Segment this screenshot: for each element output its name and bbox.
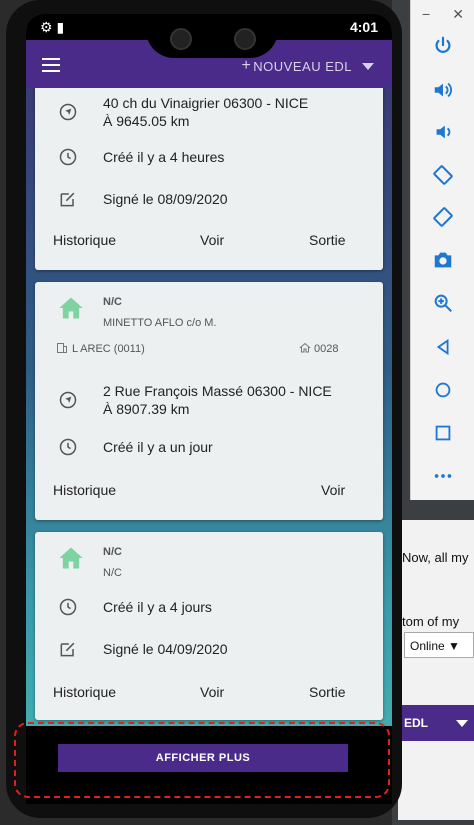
card-owner: MINETTO AFLO c/o M. [103, 317, 217, 329]
card-type: N/C [103, 296, 122, 308]
minimize-icon[interactable]: − [422, 6, 430, 22]
phone-frame: 40 ch du Vinaigrier 06300 - NICE À 9645.… [6, 0, 402, 818]
menu-icon[interactable] [42, 58, 60, 72]
rotate-left-button[interactable] [411, 155, 474, 195]
chevron-down-icon[interactable] [362, 62, 374, 70]
distance: À 8907.39 km [103, 401, 190, 417]
created-text: Créé il y a un jour [103, 439, 213, 455]
screenshot-button[interactable] [411, 240, 474, 280]
address-line-1: 40 ch du Vinaigrier 06300 - NICE [103, 95, 309, 111]
navigation-icon [57, 101, 79, 123]
rotate-right-icon [433, 207, 453, 227]
front-camera-icon [234, 28, 256, 50]
view-button[interactable]: Voir [200, 684, 224, 700]
background-text-2: tom of my [402, 614, 460, 629]
more-dots-icon [434, 474, 452, 478]
clock-icon [57, 596, 79, 618]
power-button[interactable] [411, 26, 474, 66]
zoom-in-icon [434, 294, 452, 312]
power-icon [435, 36, 451, 53]
emulator-toolbar: − ✕ [410, 0, 474, 500]
back-triangle-icon [436, 338, 449, 356]
front-camera-icon [170, 28, 192, 50]
history-button[interactable]: Historique [53, 482, 116, 498]
rotate-left-icon [433, 165, 453, 185]
card-type: N/C [103, 546, 122, 558]
new-edl-button[interactable]: + NOUVEAU EDL [241, 57, 374, 75]
history-button[interactable]: Historique [53, 232, 116, 248]
background-page [398, 520, 474, 820]
address-row: 40 ch du Vinaigrier 06300 - NICE À 9645.… [35, 94, 308, 130]
signed-row: Signé le 04/09/2020 [35, 638, 228, 660]
home-outline-icon [299, 342, 311, 353]
view-button[interactable]: Voir [321, 482, 345, 498]
status-time: 4:01 [349, 19, 378, 35]
navigation-icon [57, 389, 79, 411]
card-actions: Historique Voir Sortie [35, 684, 383, 704]
signature-edit-icon [57, 638, 79, 660]
home-button[interactable] [411, 370, 474, 410]
camera-icon [434, 252, 452, 268]
square-icon [435, 425, 451, 441]
view-button[interactable]: Voir [200, 232, 224, 248]
created-row: Créé il y a 4 jours [35, 596, 212, 618]
edl-card-1[interactable]: 40 ch du Vinaigrier 06300 - NICE À 9645.… [35, 72, 383, 270]
lot-label: L AREC (0011) [72, 343, 145, 355]
chevron-down-icon [456, 720, 468, 727]
card-actions: Historique Voir [35, 482, 383, 502]
exit-button[interactable]: Sortie [309, 232, 346, 248]
building-icon [57, 343, 67, 353]
card-actions: Historique Voir Sortie [35, 232, 383, 252]
plus-icon: + [241, 57, 252, 74]
address-line-1: 2 Rue François Massé 06300 - NICE [103, 383, 332, 399]
edl-card-3[interactable]: N/C N/C Créé il y a 4 jours Signé le 04/… [35, 532, 383, 720]
camera-notch [146, 14, 278, 58]
background-appbar: EDL [398, 705, 474, 741]
address-row: 2 Rue François Massé 06300 - NICE À 8907… [35, 382, 332, 418]
card-owner: N/C [103, 567, 122, 579]
signed-text: Signé le 04/09/2020 [103, 641, 228, 657]
highlight-annotation [14, 722, 390, 798]
house-icon [59, 547, 83, 569]
edl-card-2[interactable]: N/C MINETTO AFLO c/o M. L AREC (0011) 00… [35, 282, 383, 520]
more-options-button[interactable] [411, 456, 474, 496]
close-icon[interactable]: ✕ [452, 6, 464, 23]
distance: À 9645.05 km [103, 113, 190, 129]
history-button[interactable]: Historique [53, 684, 116, 700]
created-row: Créé il y a un jour [35, 436, 213, 458]
rotate-right-button[interactable] [411, 197, 474, 237]
new-edl-label: NOUVEAU EDL [253, 58, 352, 74]
unit-number: 0028 [314, 343, 339, 355]
signed-row: Signé le 08/09/2020 [35, 188, 228, 210]
phone-screen: 40 ch du Vinaigrier 06300 - NICE À 9645.… [26, 14, 392, 804]
created-row: Créé il y a 4 heures [35, 146, 224, 168]
back-button[interactable] [411, 327, 474, 367]
signature-edit-icon [57, 188, 79, 210]
volume-up-icon [434, 82, 452, 98]
volume-up-button[interactable] [411, 70, 474, 110]
background-text-1: Now, all my [402, 550, 469, 565]
created-text: Créé il y a 4 heures [103, 149, 225, 165]
home-circle-icon [435, 382, 451, 398]
clock-icon [57, 146, 79, 168]
exit-button[interactable]: Sortie [309, 684, 346, 700]
house-icon [59, 297, 83, 319]
volume-down-icon [436, 125, 451, 139]
signed-text: Signé le 08/09/2020 [103, 191, 228, 207]
created-text: Créé il y a 4 jours [103, 599, 212, 615]
zoom-button[interactable] [411, 283, 474, 323]
clock-icon [57, 436, 79, 458]
toolbar-window-controls: − ✕ [411, 0, 474, 28]
online-select[interactable]: Online ▼ [404, 632, 474, 658]
overview-button[interactable] [411, 413, 474, 453]
background-appbar-label: EDL [404, 716, 428, 730]
settings-icon: ⚙ ▮ [40, 19, 65, 35]
volume-down-button[interactable] [411, 112, 474, 152]
